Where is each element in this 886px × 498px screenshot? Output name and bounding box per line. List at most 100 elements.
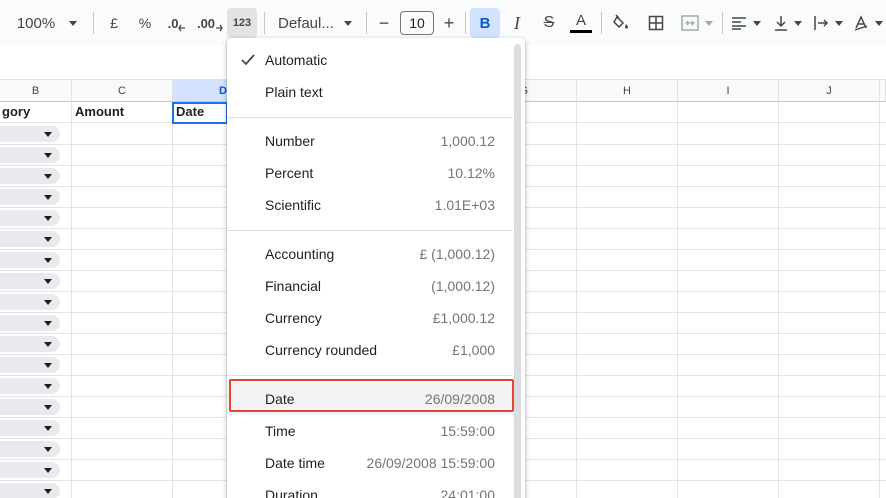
column-header-c[interactable]: C [72,80,173,102]
menu-item-example: 1.01E+03 [434,197,495,213]
menu-item-plain-text[interactable]: Plain text [227,76,513,108]
dropdown-chip[interactable] [0,273,60,289]
menu-item-label: Financial [265,278,322,294]
dropdown-arrow-icon [44,153,52,158]
dropdown-chip[interactable] [0,357,60,373]
dropdown-arrow-icon [44,237,52,242]
dropdown-arrow-icon [44,279,52,284]
text-color-button[interactable]: A [567,8,595,38]
column-header-h[interactable]: H [577,80,678,102]
strikethrough-button[interactable]: S [535,8,563,38]
cell-c1[interactable]: Amount [75,104,124,119]
decrease-decimal-button[interactable]: .0 [163,8,191,38]
dropdown-arrow-icon [44,174,52,179]
menu-item-date-time[interactable]: Date time 26/09/2008 15:59:00 [227,447,513,479]
menu-item-duration[interactable]: Duration 24:01:00 [227,479,513,498]
menu-item-time[interactable]: Time 15:59:00 [227,415,513,447]
font-size-input[interactable]: 10 [400,11,434,35]
menu-item-number[interactable]: Number 1,000.12 [227,125,513,157]
italic-button[interactable]: I [503,8,531,38]
menu-item-financial[interactable]: Financial (1,000.12) [227,270,513,302]
menu-item-label: Plain text [265,84,323,100]
align-bottom-icon [775,16,787,31]
currency-format-button[interactable]: £ [100,8,128,38]
text-rotation-icon [854,15,868,31]
dropdown-chip[interactable] [0,231,60,247]
paint-bucket-icon [613,13,628,28]
increase-font-size-button[interactable]: + [437,8,461,38]
more-formats-button[interactable]: 123 [227,8,257,38]
percent-format-button[interactable]: % [131,8,159,38]
zoom-select[interactable]: 100% [12,8,82,38]
dropdown-chip[interactable] [0,294,60,310]
dropdown-chip[interactable] [0,210,60,226]
toolbar-divider [465,12,466,34]
dropdown-arrow-icon [44,468,52,473]
menu-item-label: Accounting [265,246,335,262]
dropdown-chip[interactable] [0,126,60,142]
dropdown-chip[interactable] [0,378,60,394]
merge-cells-button[interactable] [676,8,718,38]
column-header-k[interactable] [880,80,886,102]
menu-item-percent[interactable]: Percent 10.12% [227,157,513,189]
menu-item-currency-rounded[interactable]: Currency rounded £1,000 [227,334,513,366]
menu-item-automatic[interactable]: Automatic [227,44,513,76]
chevron-down-icon [753,20,761,26]
dropdown-arrow-icon [44,447,52,452]
menu-scrollbar[interactable] [514,44,521,498]
bold-button[interactable]: B [470,8,500,38]
dropdown-chip[interactable] [0,483,60,498]
menu-item-example: 24:01:00 [440,487,496,498]
dropdown-chip[interactable] [0,336,60,352]
toolbar-divider [601,12,602,34]
text-wrapping-button[interactable] [810,8,846,38]
chevron-down-icon [69,20,78,26]
dropdown-arrow-icon [44,300,52,305]
horizontal-align-button[interactable] [728,8,764,38]
menu-item-label: Scientific [265,197,322,213]
menu-item-scientific[interactable]: Scientific 1.01E+03 [227,189,513,221]
dropdown-arrow-icon [44,258,52,263]
font-family-select[interactable]: Defaul... [272,8,358,38]
toolbar-divider [722,12,723,34]
menu-item-example: 15:59:00 [440,423,496,439]
zoom-value: 100% [16,14,56,32]
column-header-i[interactable]: I [678,80,779,102]
dropdown-chip[interactable] [0,252,60,268]
increase-decimal-label: .00 [196,15,216,31]
dropdown-arrow-icon [44,405,52,410]
menu-item-label: Number [265,133,315,149]
vertical-align-button[interactable] [770,8,806,38]
column-header-b[interactable]: B [0,80,72,102]
dropdown-arrow-icon [44,426,52,431]
fill-color-button[interactable] [608,8,636,38]
menu-item-label: Date time [265,455,325,471]
toolbar-divider [264,12,265,34]
decrease-font-size-button[interactable]: − [372,8,396,38]
menu-item-currency[interactable]: Currency £1,000.12 [227,302,513,334]
menu-item-example: £ (1,000.12) [419,246,496,262]
dropdown-chip[interactable] [0,420,60,436]
chevron-down-icon [705,20,713,26]
dropdown-chip[interactable] [0,441,60,457]
arrow-left-icon [178,24,186,32]
align-left-icon [732,17,746,30]
dropdown-chip[interactable] [0,462,60,478]
increase-decimal-button[interactable]: .00 [196,8,224,38]
dropdown-chip[interactable] [0,168,60,184]
text-rotation-button[interactable] [850,8,886,38]
cell-b1[interactable]: gory [2,104,30,119]
column-header-j[interactable]: J [779,80,880,102]
dropdown-chip[interactable] [0,189,60,205]
menu-item-label: Currency rounded [265,342,378,358]
dropdown-arrow-icon [44,195,52,200]
dropdown-chip[interactable] [0,147,60,163]
merge-cells-icon [681,15,699,31]
dropdown-chip[interactable] [0,399,60,415]
menu-divider [227,117,513,118]
menu-item-accounting[interactable]: Accounting £ (1,000.12) [227,238,513,270]
dropdown-chip[interactable] [0,315,60,331]
menu-item-example: 10.12% [447,165,495,181]
borders-button[interactable] [642,8,670,38]
selected-cell[interactable] [172,102,228,124]
